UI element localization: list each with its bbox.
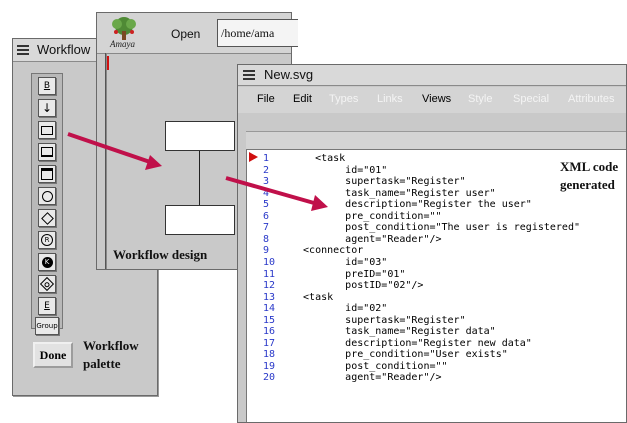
arrow-palette-to-design (67, 132, 162, 170)
arrow-design-to-xml (225, 176, 328, 211)
annotation-arrows (67, 132, 328, 211)
